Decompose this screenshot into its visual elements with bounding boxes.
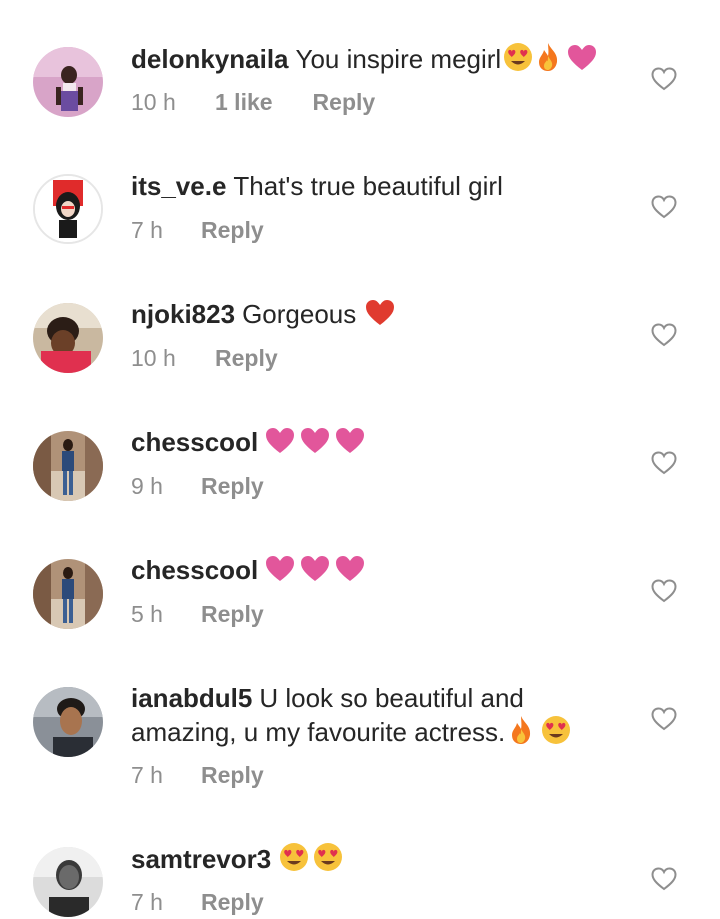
comment-timestamp: 10 h (131, 345, 176, 371)
reply-button[interactable]: Reply (313, 88, 376, 116)
comment-meta: 5 h Reply (131, 600, 264, 628)
comment-body: U look so beautiful and (259, 683, 524, 713)
comment-timestamp: 7 h (131, 217, 163, 243)
comment-timestamp: 7 h (131, 762, 163, 788)
pink-heart-emoji-icon (335, 555, 365, 591)
comment-meta: 7 h Reply (131, 761, 264, 789)
heart-eyes-emoji-icon (312, 842, 344, 880)
comment-text: chesscool (131, 426, 631, 463)
fire-emoji-icon (508, 715, 534, 753)
heart-eyes-emoji-icon (278, 842, 310, 880)
avatar[interactable] (33, 47, 103, 117)
comment-body: That's true beautiful girl (233, 171, 503, 201)
comment-body: You inspire megirl (295, 44, 502, 74)
heart-eyes-emoji-icon (540, 715, 572, 753)
avatar[interactable] (33, 174, 103, 244)
reply-button[interactable]: Reply (201, 472, 264, 500)
comment-username[interactable]: chesscool (131, 555, 258, 585)
like-count-link[interactable]: 1 like (215, 88, 273, 116)
pink-heart-emoji-icon (265, 427, 295, 463)
reply-button[interactable]: Reply (201, 600, 264, 628)
like-heart-icon[interactable] (651, 451, 677, 475)
avatar[interactable] (33, 687, 103, 757)
avatar[interactable] (33, 431, 103, 501)
pink-heart-emoji-icon (265, 555, 295, 591)
reply-button[interactable]: Reply (201, 888, 264, 916)
comment-username[interactable]: ianabdul5 (131, 683, 252, 713)
heart-eyes-emoji-icon (502, 42, 534, 80)
comment-meta: 10 h 1 like Reply (131, 88, 375, 116)
comment-body: amazing, u my favourite actress. (131, 717, 506, 747)
comment-timestamp: 7 h (131, 889, 163, 915)
comment-text: chesscool (131, 554, 631, 591)
like-heart-icon[interactable] (651, 867, 677, 891)
like-heart-icon[interactable] (651, 323, 677, 347)
comment-username[interactable]: samtrevor3 (131, 844, 271, 874)
pink-heart-emoji-icon (567, 44, 597, 80)
comment-meta: 7 h Reply (131, 216, 264, 244)
comment-text: njoki823 Gorgeous (131, 298, 631, 335)
avatar[interactable] (33, 559, 103, 629)
comment-timestamp: 5 h (131, 601, 163, 627)
comment-body: Gorgeous (242, 299, 357, 329)
comment-timestamp: 10 h (131, 89, 176, 115)
comment-text: ianabdul5 U look so beautiful and (131, 682, 631, 715)
comment-username[interactable]: njoki823 (131, 299, 235, 329)
like-heart-icon[interactable] (651, 707, 677, 731)
comment-meta: 10 h Reply (131, 344, 278, 372)
comment-username[interactable]: its_ve.e (131, 171, 226, 201)
comment-username[interactable]: chesscool (131, 427, 258, 457)
comment-meta: 9 h Reply (131, 472, 264, 500)
avatar[interactable] (33, 303, 103, 373)
comment-timestamp: 9 h (131, 473, 163, 499)
red-heart-emoji-icon (365, 299, 395, 335)
pink-heart-emoji-icon (335, 427, 365, 463)
like-heart-icon[interactable] (651, 579, 677, 603)
reply-button[interactable]: Reply (215, 344, 278, 372)
pink-heart-emoji-icon (300, 427, 330, 463)
reply-button[interactable]: Reply (201, 761, 264, 789)
like-heart-icon[interactable] (651, 195, 677, 219)
comment-text: its_ve.e That's true beautiful girl (131, 170, 631, 203)
comment-username[interactable]: delonkynaila (131, 44, 289, 74)
reply-button[interactable]: Reply (201, 216, 264, 244)
fire-emoji-icon (535, 42, 561, 80)
comment-meta: 7 h Reply (131, 888, 264, 916)
comment-text: delonkynaila You inspire megirl (131, 42, 631, 80)
avatar[interactable] (33, 847, 103, 917)
pink-heart-emoji-icon (300, 555, 330, 591)
like-heart-icon[interactable] (651, 67, 677, 91)
comment-text-line-2: amazing, u my favourite actress. (131, 715, 631, 753)
comment-text: samtrevor3 (131, 842, 631, 880)
